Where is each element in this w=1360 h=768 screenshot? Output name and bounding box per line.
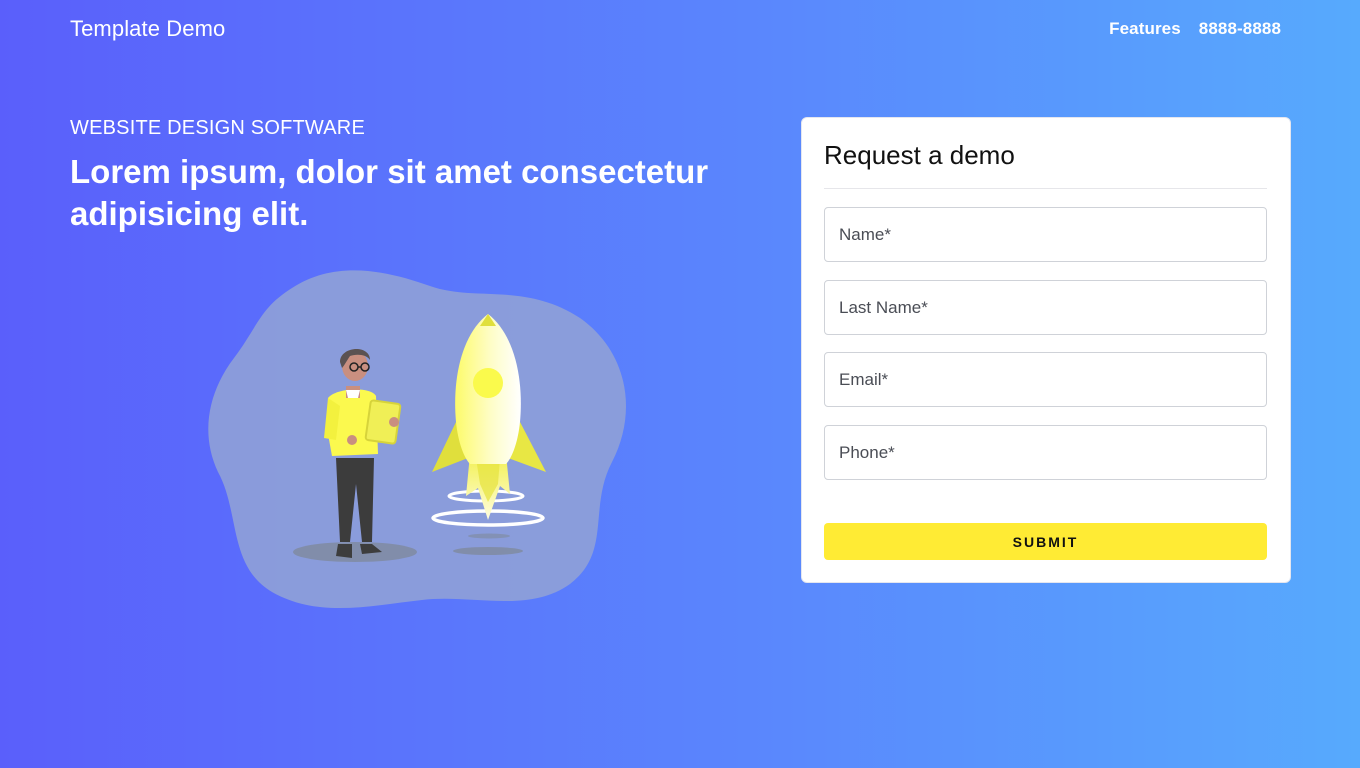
request-demo-card: Request a demo SUBMIT (801, 117, 1291, 583)
form-title: Request a demo (824, 140, 1015, 170)
nav-link-features[interactable]: Features (1109, 19, 1181, 39)
phone-field[interactable] (824, 425, 1267, 480)
brand-logo-link[interactable]: Template Demo (70, 16, 225, 42)
person-shadow (293, 542, 417, 562)
submit-button[interactable]: SUBMIT (824, 523, 1267, 560)
rocket-window (473, 368, 503, 398)
navbar: Template Demo Features 8888-8888 (0, 0, 1360, 62)
nav-links: Features 8888-8888 (1109, 19, 1281, 39)
name-field[interactable] (824, 207, 1267, 262)
form-divider (824, 188, 1267, 189)
hero-headline: Lorem ipsum, dolor sit amet consectetur … (70, 153, 709, 232)
rocket-launch-illustration (208, 270, 626, 609)
rocket-shadow (453, 547, 523, 555)
nav-link-phone[interactable]: 8888-8888 (1199, 19, 1281, 39)
last-name-field[interactable] (824, 280, 1267, 335)
blob-background (208, 270, 626, 609)
email-field[interactable] (824, 352, 1267, 407)
hero-eyebrow: WEBSITE DESIGN SOFTWARE (70, 117, 365, 139)
